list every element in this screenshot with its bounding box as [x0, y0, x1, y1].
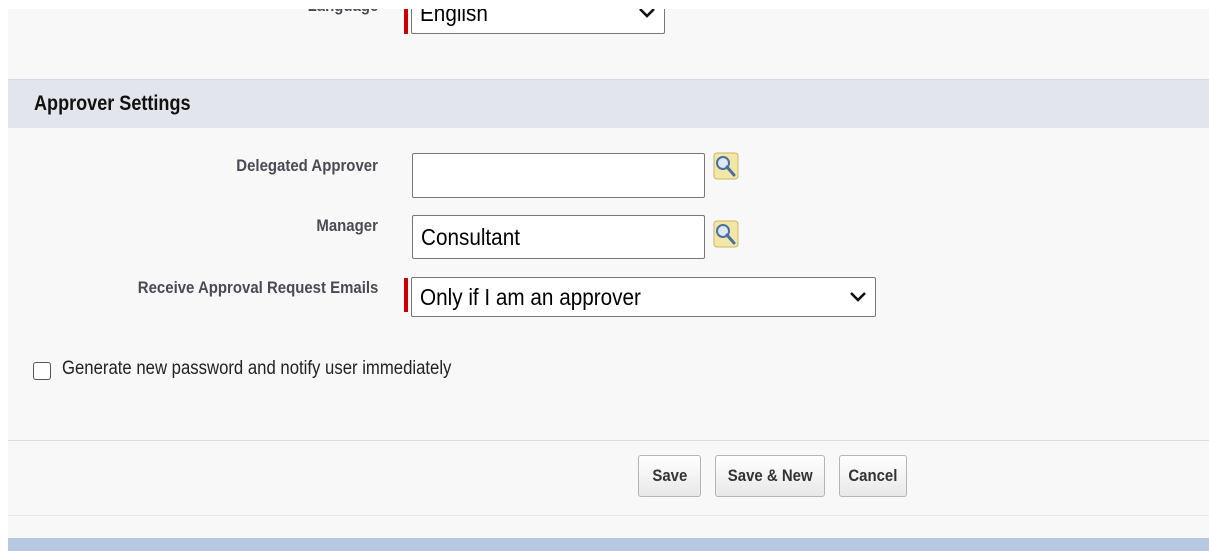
manager-field[interactable]: Consultant — [412, 215, 705, 259]
manager-value: Consultant — [421, 223, 520, 250]
generate-password-checkbox[interactable] — [33, 362, 51, 380]
cancel-button[interactable]: Cancel — [839, 455, 907, 497]
delegated-approver-label: Delegated Approver — [236, 156, 378, 175]
button-row-bottom-divider — [8, 515, 1209, 516]
receive-emails-required-indicator — [404, 278, 408, 312]
viewport-top-edge — [0, 0, 1209, 9]
delegated-approver-field[interactable] — [412, 153, 705, 198]
bottom-section-bar — [8, 538, 1209, 551]
receive-emails-select[interactable]: Only if I am an approver — [411, 277, 876, 317]
generate-password-label[interactable]: Generate new password and notify user im… — [62, 358, 451, 380]
receive-emails-select-value: Only if I am an approver — [420, 283, 641, 310]
lookup-magnifier-icon[interactable] — [713, 220, 739, 248]
save-and-new-button[interactable]: Save & New — [715, 455, 825, 497]
save-and-new-button-label: Save & New — [727, 466, 813, 485]
save-button[interactable]: Save — [638, 455, 701, 497]
section-title: Approver Settings — [34, 92, 191, 115]
cancel-button-label: Cancel — [848, 466, 898, 485]
receive-emails-label: Receive Approval Request Emails — [137, 278, 378, 297]
lookup-magnifier-icon[interactable] — [713, 152, 739, 180]
manager-label: Manager — [316, 216, 378, 235]
button-row-top-divider — [8, 440, 1209, 441]
chevron-down-icon — [850, 292, 866, 302]
approver-settings-header: Approver Settings — [8, 79, 1209, 128]
save-button-label: Save — [652, 466, 687, 485]
